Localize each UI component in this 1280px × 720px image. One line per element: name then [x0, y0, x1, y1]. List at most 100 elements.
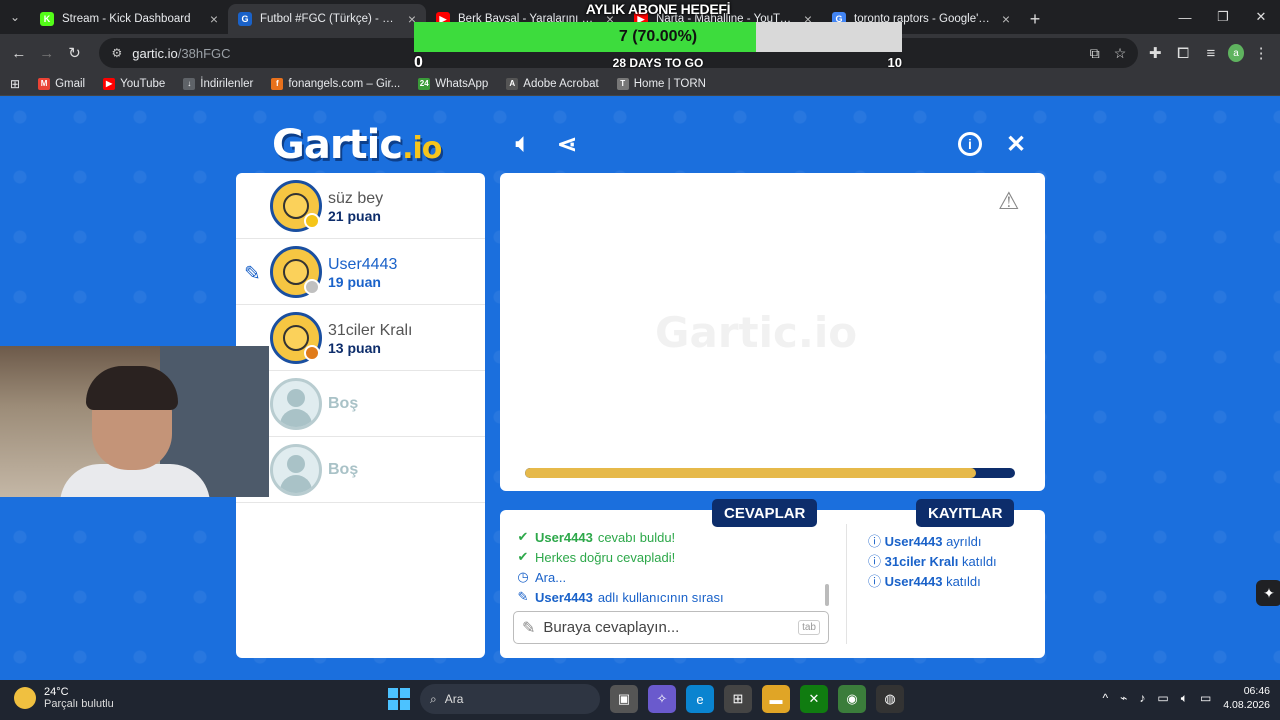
player-score: 13 puan [328, 340, 381, 356]
back-icon[interactable]: ← [8, 41, 30, 65]
close-window-icon[interactable]: ✕ [1242, 0, 1280, 34]
new-tab-button[interactable]: + [1020, 4, 1050, 34]
avatar [270, 444, 322, 496]
obs-icon[interactable]: ◍ [876, 685, 904, 713]
store-icon[interactable]: ⊞ [724, 685, 752, 713]
site-info-icon[interactable]: ⚙ [111, 46, 122, 60]
tab-favicon-icon: G [238, 12, 252, 26]
display-icon[interactable]: ▭ [1157, 691, 1168, 705]
battery-icon[interactable]: ▭ [1200, 691, 1211, 705]
check-icon: ✔ [517, 549, 529, 564]
tab-close-icon[interactable]: × [1002, 11, 1010, 27]
browser-tab[interactable]: G Futbol #FGC (Türkçe) - Gartic.io × [228, 4, 426, 34]
weather-widget[interactable]: 24°C Parçalı bulutlu [14, 686, 114, 710]
answers-tab[interactable]: CEVAPLAR [712, 499, 818, 527]
edge-icon[interactable]: e [686, 685, 714, 713]
fonangels-icon: f [271, 77, 284, 90]
reload-icon[interactable]: ↻ [64, 41, 86, 65]
canvas-watermark: Gartic.io [655, 308, 858, 357]
tab-search-icon[interactable]: ⌄ [0, 0, 30, 34]
tab-close-icon[interactable]: × [210, 11, 218, 27]
player-name: süz bey [328, 190, 384, 207]
minimize-icon[interactable]: — [1166, 0, 1204, 34]
subscription-goal-overlay: AYLIK ABONE HEDEFİ 7 (70.00%) 0 28 DAYS … [414, 0, 902, 72]
goal-value: 7 (70.00%) [618, 28, 698, 45]
sound-icon[interactable]: 🔈︎ [509, 130, 537, 158]
mic-icon[interactable]: ♪ [1139, 691, 1145, 705]
volume-icon[interactable]: 🔈︎ [1181, 691, 1188, 706]
message-text: Herkes doğru cevapladi! [535, 549, 676, 565]
rank-badge [304, 279, 320, 295]
bookmark-item[interactable]: 24 WhatsApp [418, 77, 488, 90]
empty-player-slot[interactable]: Boş [236, 437, 485, 503]
file-explorer-icon[interactable]: ▬ [762, 685, 790, 713]
clock-time: 06:46 [1243, 685, 1270, 697]
log-entry: ⓘ User4443 ayrıldı [868, 531, 981, 550]
profile-avatar[interactable]: a [1227, 44, 1245, 62]
taskbar-search[interactable]: ⌕ Ara [420, 684, 600, 714]
browser-tab[interactable]: K Stream - Kick Dashboard × [30, 4, 228, 34]
drawing-canvas[interactable]: Gartic.io ⚠ [500, 173, 1045, 491]
info-icon: ⓘ [868, 554, 882, 569]
player-list: süz bey 21 puan ✎ User4443 19 puan 31cile… [236, 173, 485, 658]
bookmark-star-icon[interactable]: ☆ [1114, 45, 1127, 62]
report-warning-icon[interactable]: ⚠ [998, 187, 1020, 216]
url-path: /38hFGC [177, 45, 231, 61]
task-view-icon[interactable]: ▣ [610, 685, 638, 713]
system-tray: ^ ⌁ ♪ ▭ 🔈︎ ▭ 06:46 4.08.2026 [1103, 684, 1270, 712]
install-app-icon[interactable]: ⧉ [1090, 45, 1100, 62]
drawing-pencil-icon: ✎ [244, 263, 261, 285]
player-row[interactable]: süz bey 21 puan [236, 173, 485, 239]
log-user: 31ciler Kralı [884, 554, 959, 569]
message-user: User4443 [535, 589, 593, 605]
bookmark-item[interactable]: A Adobe Acrobat [506, 77, 599, 90]
apps-grid-icon[interactable]: ⊞ [10, 77, 20, 91]
tray-chevron-icon[interactable]: ^ [1103, 691, 1109, 705]
bookmark-item[interactable]: ↓ İndirilenler [183, 77, 253, 90]
bookmark-item[interactable]: T Home | TORN [616, 77, 706, 90]
log-text: katıldı [942, 574, 981, 589]
sparkle-icon[interactable]: ✦ [1256, 580, 1280, 606]
message-user: User4443 [535, 529, 593, 545]
round-timer-fill [525, 468, 976, 478]
maximize-icon[interactable]: ❐ [1204, 0, 1242, 34]
close-icon[interactable]: ✕ [1002, 130, 1030, 158]
info-icon: ⓘ [868, 574, 882, 589]
extensions-puzzle-icon[interactable]: ⧠ [1172, 41, 1194, 65]
torn-icon: T [616, 77, 629, 90]
taskbar-search-label: Ara [444, 692, 464, 706]
rank-badge [304, 345, 320, 361]
answer-input-box[interactable]: ✎ tab [513, 611, 829, 644]
start-button[interactable] [388, 688, 410, 710]
network-icon[interactable]: ⌁ [1120, 691, 1127, 705]
player-name: 31ciler Kralı [328, 322, 413, 339]
answers-scrollbar[interactable] [825, 584, 829, 606]
bookmark-item[interactable]: f fonangels.com – Gir... [271, 77, 400, 90]
clock[interactable]: 06:46 4.08.2026 [1223, 684, 1270, 712]
copilot-icon[interactable]: ✧ [648, 685, 676, 713]
reading-list-icon[interactable]: ≡ [1200, 41, 1222, 65]
log-text: ayrıldı [942, 534, 982, 549]
bookmark-item[interactable]: M Gmail [38, 77, 85, 90]
forward-icon[interactable]: → [36, 41, 58, 65]
logs-tab[interactable]: KAYITLAR [916, 499, 1015, 527]
player-row[interactable]: ✎ User4443 19 puan [236, 239, 485, 305]
clock-date: 4.08.2026 [1223, 699, 1270, 711]
check-icon: ✔ [517, 529, 529, 544]
answer-input[interactable] [543, 619, 791, 636]
share-icon[interactable]: ⋖ [553, 130, 581, 158]
gartic-logo[interactable]: Gartic.io [272, 122, 442, 168]
xbox-icon[interactable]: ✕ [800, 685, 828, 713]
info-icon[interactable]: i [958, 132, 982, 156]
player-row[interactable]: 31ciler Kralı 13 puan [236, 305, 485, 371]
empty-player-slot[interactable]: Boş [236, 371, 485, 437]
extension-icon[interactable]: ✚ [1144, 41, 1166, 65]
message-text: adlı kullanıcının sırası [597, 589, 724, 605]
chat-message: ✎ User4443 adlı kullanıcının sırası [516, 589, 724, 605]
chrome-icon[interactable]: ◉ [838, 685, 866, 713]
logo-suffix: .io [402, 131, 442, 166]
bookmark-item[interactable]: ▶ YouTube [103, 77, 165, 90]
player-score: 19 puan [328, 274, 381, 290]
menu-icon[interactable]: ⋮ [1250, 41, 1272, 65]
log-user: User4443 [884, 534, 943, 549]
